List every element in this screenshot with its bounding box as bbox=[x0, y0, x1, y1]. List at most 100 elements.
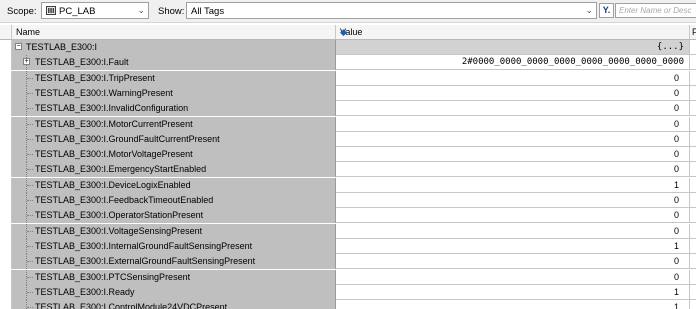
tag-name-cell[interactable]: TESTLAB_E300:I.TripPresent bbox=[12, 70, 336, 86]
filter-icon[interactable]: Y. bbox=[599, 3, 614, 18]
tag-name-cell[interactable]: TESTLAB_E300:I.WarningPresent bbox=[12, 85, 336, 101]
tag-name-cell[interactable]: TESTLAB_E300:I.GroundFaultCurrentPresent bbox=[12, 131, 336, 147]
extra-cell[interactable] bbox=[690, 193, 696, 207]
tag-name-cell[interactable]: TESTLAB_E300:I.FeedbackTimeoutEnabled bbox=[12, 193, 336, 208]
table-row[interactable]: TESTLAB_E300:I.ControlModule24VDCPresent… bbox=[0, 300, 696, 309]
extra-cell[interactable] bbox=[690, 300, 696, 309]
table-row[interactable]: TESTLAB_E300:I.ExternalGroundFaultSensin… bbox=[0, 254, 696, 270]
expand-icon[interactable]: + bbox=[23, 58, 30, 66]
tag-value-cell[interactable]: 0 bbox=[336, 269, 690, 284]
tag-name-cell[interactable]: TESTLAB_E300:I.Ready bbox=[12, 284, 336, 300]
chevron-down-icon[interactable]: ⌄ bbox=[137, 5, 145, 16]
tag-value-cell[interactable]: {...} bbox=[336, 40, 690, 54]
chevron-down-icon[interactable]: ⌄ bbox=[585, 5, 593, 16]
tag-name-cell[interactable]: TESTLAB_E300:I.MotorVoltagePresent bbox=[12, 147, 336, 163]
table-row[interactable]: TESTLAB_E300:I.EmergencyStartEnabled 0 bbox=[0, 162, 696, 178]
extra-cell[interactable] bbox=[690, 162, 696, 177]
tag-value-cell[interactable]: 0 bbox=[336, 101, 690, 116]
extra-cell[interactable] bbox=[690, 238, 696, 253]
tag-value-cell[interactable]: 1 bbox=[336, 284, 690, 299]
tag-value-cell[interactable]: 0 bbox=[336, 223, 690, 238]
tag-name-cell[interactable]: TESTLAB_E300:I.ControlModule24VDCPresent bbox=[12, 300, 336, 309]
tag-value-cell[interactable]: 0 bbox=[336, 208, 690, 223]
table-row[interactable]: TESTLAB_E300:I.VoltageSensingPresent 0 bbox=[0, 223, 696, 239]
row-selector[interactable] bbox=[0, 116, 12, 132]
row-selector[interactable] bbox=[0, 300, 12, 309]
extra-cell[interactable] bbox=[690, 223, 696, 238]
table-row[interactable]: TESTLAB_E300:I.GroundFaultCurrentPresent… bbox=[0, 131, 696, 147]
tag-name-cell[interactable]: TESTLAB_E300:I.ExternalGroundFaultSensin… bbox=[12, 254, 336, 270]
row-selector[interactable] bbox=[0, 238, 12, 254]
table-row[interactable]: TESTLAB_E300:I.PTCSensingPresent 0 bbox=[0, 269, 696, 285]
tag-name-cell[interactable]: TESTLAB_E300:I.InvalidConfiguration bbox=[12, 101, 336, 117]
extra-cell[interactable] bbox=[690, 116, 696, 131]
row-selector[interactable] bbox=[0, 70, 12, 86]
tag-value-cell[interactable]: 0 bbox=[336, 254, 690, 269]
row-selector[interactable] bbox=[0, 284, 12, 300]
extra-cell[interactable] bbox=[690, 55, 696, 70]
extra-cell[interactable] bbox=[690, 177, 696, 192]
tag-value-cell[interactable]: 1 bbox=[336, 238, 690, 253]
table-row[interactable]: TESTLAB_E300:I.FeedbackTimeoutEnabled 0 bbox=[0, 193, 696, 208]
row-selector-header[interactable] bbox=[0, 25, 12, 39]
table-row[interactable]: TESTLAB_E300:I.TripPresent 0 bbox=[0, 70, 696, 86]
value-column-header[interactable]: Value ◆ bbox=[336, 25, 690, 39]
row-selector[interactable] bbox=[0, 101, 12, 117]
name-column-header[interactable]: Name bbox=[12, 25, 336, 39]
tag-value-cell[interactable]: 1 bbox=[336, 177, 690, 192]
table-row[interactable]: TESTLAB_E300:I.MotorCurrentPresent 0 bbox=[0, 116, 696, 132]
tag-value-cell[interactable]: 0 bbox=[336, 147, 690, 162]
sort-icon[interactable]: ◆ bbox=[340, 27, 686, 38]
name-filter-input[interactable] bbox=[616, 4, 696, 17]
tag-name-cell[interactable]: − TESTLAB_E300:I bbox=[12, 40, 336, 55]
row-selector[interactable] bbox=[0, 131, 12, 147]
row-selector[interactable] bbox=[0, 55, 12, 71]
tag-value-cell[interactable]: 0 bbox=[336, 131, 690, 146]
row-selector[interactable] bbox=[0, 208, 12, 224]
tag-value-cell[interactable]: 0 bbox=[336, 85, 690, 100]
extra-cell[interactable] bbox=[690, 208, 696, 223]
tag-value-cell[interactable]: 0 bbox=[336, 70, 690, 85]
row-selector[interactable] bbox=[0, 193, 12, 208]
table-row[interactable]: + TESTLAB_E300:I.Fault 2#0000_0000_0000_00… bbox=[0, 55, 696, 71]
show-dropdown[interactable]: All Tags ⌄ bbox=[186, 2, 597, 19]
extra-cell[interactable] bbox=[690, 131, 696, 146]
table-row[interactable]: TESTLAB_E300:I.InvalidConfiguration 0 bbox=[0, 101, 696, 117]
row-selector[interactable] bbox=[0, 254, 12, 270]
scope-dropdown[interactable]: PC_LAB ⌄ bbox=[41, 2, 149, 19]
table-row[interactable]: TESTLAB_E300:I.DeviceLogixEnabled 1 bbox=[0, 177, 696, 193]
table-row[interactable]: TESTLAB_E300:I.Ready 1 bbox=[0, 284, 696, 300]
tag-name-cell[interactable]: TESTLAB_E300:I.MotorCurrentPresent bbox=[12, 116, 336, 132]
table-row[interactable]: TESTLAB_E300:I.OperatorStationPresent 0 bbox=[0, 208, 696, 224]
extra-cell[interactable] bbox=[690, 269, 696, 284]
tag-name-cell[interactable]: TESTLAB_E300:I.PTCSensingPresent bbox=[12, 269, 336, 285]
extra-column-header[interactable]: F bbox=[690, 25, 696, 39]
row-selector[interactable] bbox=[0, 40, 12, 55]
tag-name-cell[interactable]: TESTLAB_E300:I.OperatorStationPresent bbox=[12, 208, 336, 224]
collapse-icon[interactable]: − bbox=[15, 43, 22, 50]
row-selector[interactable] bbox=[0, 147, 12, 163]
table-row[interactable]: TESTLAB_E300:I.MotorVoltagePresent 0 bbox=[0, 147, 696, 163]
row-selector[interactable] bbox=[0, 177, 12, 193]
tag-value-cell[interactable]: 0 bbox=[336, 162, 690, 177]
table-row[interactable]: TESTLAB_E300:I.InternalGroundFaultSensin… bbox=[0, 238, 696, 254]
row-selector[interactable] bbox=[0, 223, 12, 239]
extra-cell[interactable] bbox=[690, 147, 696, 162]
extra-cell[interactable] bbox=[690, 85, 696, 100]
extra-cell[interactable] bbox=[690, 284, 696, 299]
name-filter-field[interactable] bbox=[615, 3, 696, 18]
tag-name-cell[interactable]: TESTLAB_E300:I.DeviceLogixEnabled bbox=[12, 177, 336, 193]
extra-cell[interactable] bbox=[690, 101, 696, 116]
extra-cell[interactable] bbox=[690, 70, 696, 85]
tag-value-cell[interactable]: 1 bbox=[336, 300, 690, 309]
extra-cell[interactable] bbox=[690, 40, 696, 54]
table-row[interactable]: − TESTLAB_E300:I {...} bbox=[0, 40, 696, 55]
extra-cell[interactable] bbox=[690, 254, 696, 269]
table-row[interactable]: TESTLAB_E300:I.WarningPresent 0 bbox=[0, 85, 696, 101]
row-selector[interactable] bbox=[0, 162, 12, 178]
tag-name-cell[interactable]: TESTLAB_E300:I.InternalGroundFaultSensin… bbox=[12, 238, 336, 254]
tag-value-cell[interactable]: 0 bbox=[336, 193, 690, 207]
tag-name-cell[interactable]: TESTLAB_E300:I.VoltageSensingPresent bbox=[12, 223, 336, 239]
tag-value-cell[interactable]: 0 bbox=[336, 116, 690, 131]
row-selector[interactable] bbox=[0, 269, 12, 285]
